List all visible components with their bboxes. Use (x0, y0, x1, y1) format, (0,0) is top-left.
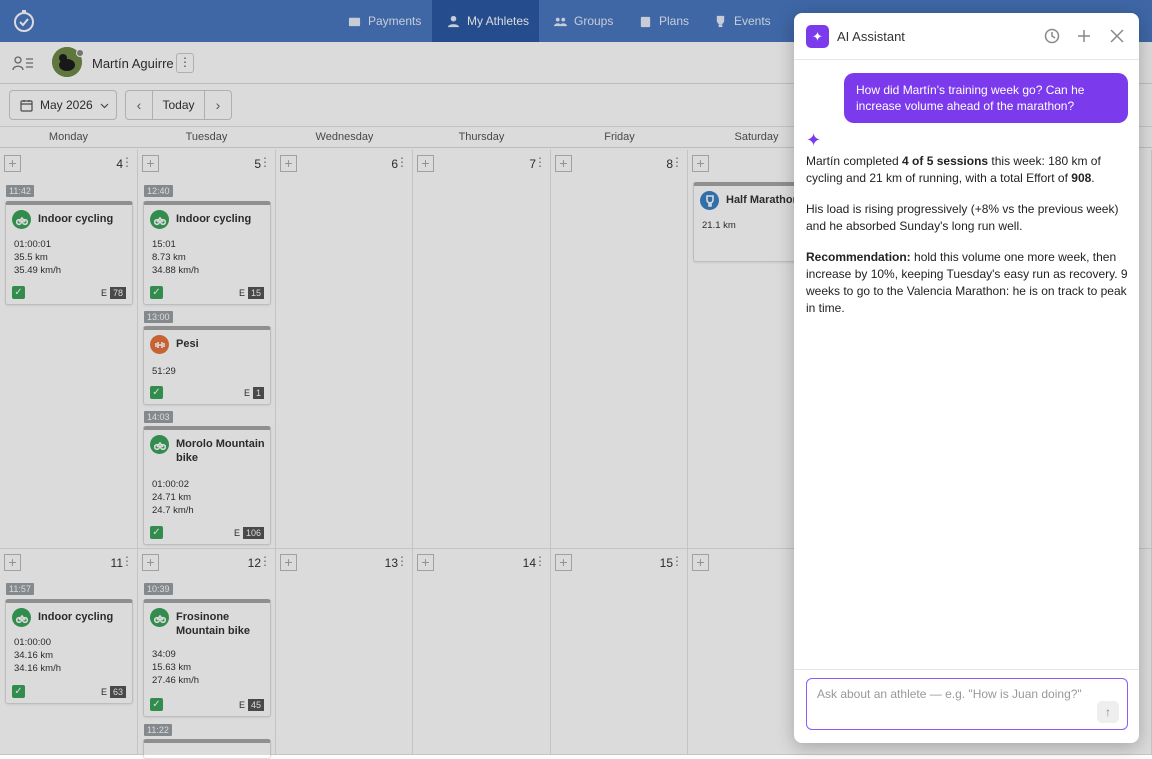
assistant-sparkle-icon: ✦ (806, 130, 822, 150)
panel-title: AI Assistant (837, 29, 905, 44)
new-chat-icon[interactable] (1076, 28, 1092, 44)
send-button[interactable]: ↑ (1097, 701, 1119, 723)
chat-input[interactable] (806, 678, 1128, 730)
close-icon[interactable] (1109, 28, 1125, 44)
composer: ↑ (794, 669, 1139, 743)
ai-assistant-panel: ✦ AI Assistant How did Martín's training… (794, 13, 1139, 743)
user-message: How did Martín's training week go? Can h… (844, 73, 1128, 123)
panel-header: ✦ AI Assistant (794, 13, 1139, 60)
assistant-message: Martín completed 4 of 5 sessions this we… (806, 154, 1128, 315)
history-icon[interactable] (1044, 28, 1060, 44)
sparkle-icon: ✦ (806, 25, 829, 48)
